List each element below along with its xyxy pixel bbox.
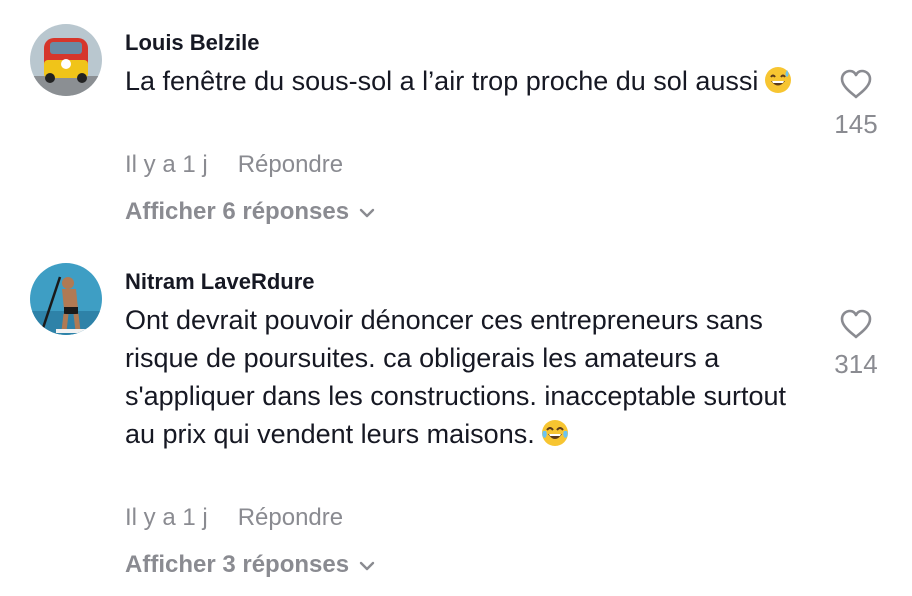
avatar[interactable] bbox=[30, 24, 102, 96]
tears-of-joy-emoji-icon bbox=[541, 419, 569, 457]
like-button[interactable]: 314 bbox=[820, 308, 892, 379]
like-button[interactable]: 145 bbox=[820, 68, 892, 139]
chevron-down-icon bbox=[359, 208, 375, 217]
comment-body: Ont devrait pouvoir dénoncer ces entrepr… bbox=[125, 305, 787, 449]
comment-author[interactable]: Louis Belzile bbox=[125, 29, 259, 57]
comment-meta: Il y a 1 j Répondre bbox=[125, 503, 343, 533]
avatar[interactable] bbox=[30, 263, 102, 335]
heart-outline-icon bbox=[840, 309, 872, 339]
comment-author[interactable]: Nitram LaveRdure bbox=[125, 268, 315, 296]
chevron-down-icon bbox=[359, 561, 375, 570]
reply-button[interactable]: Répondre bbox=[238, 504, 343, 531]
comment-text: Ont devrait pouvoir dénoncer ces entrepr… bbox=[125, 301, 805, 457]
like-count: 145 bbox=[834, 109, 878, 139]
reply-button[interactable]: Répondre bbox=[238, 151, 343, 178]
sweat-smile-emoji-icon bbox=[764, 66, 792, 104]
comment-body: La fenêtre du sous-sol a l’air trop proc… bbox=[125, 66, 759, 96]
view-replies-button[interactable]: Afficher 3 réponses bbox=[125, 550, 375, 580]
heart-outline-icon bbox=[840, 69, 872, 99]
view-replies-label: Afficher 6 réponses bbox=[125, 198, 350, 225]
comment-time: Il y a 1 j bbox=[125, 504, 208, 531]
view-replies-button[interactable]: Afficher 6 réponses bbox=[125, 197, 375, 227]
comment-time: Il y a 1 j bbox=[125, 151, 208, 178]
like-count: 314 bbox=[834, 349, 878, 379]
comment-text: La fenêtre du sous-sol a l’air trop proc… bbox=[125, 62, 805, 104]
view-replies-label: Afficher 3 réponses bbox=[125, 551, 350, 578]
comment-meta: Il y a 1 j Répondre bbox=[125, 150, 343, 180]
